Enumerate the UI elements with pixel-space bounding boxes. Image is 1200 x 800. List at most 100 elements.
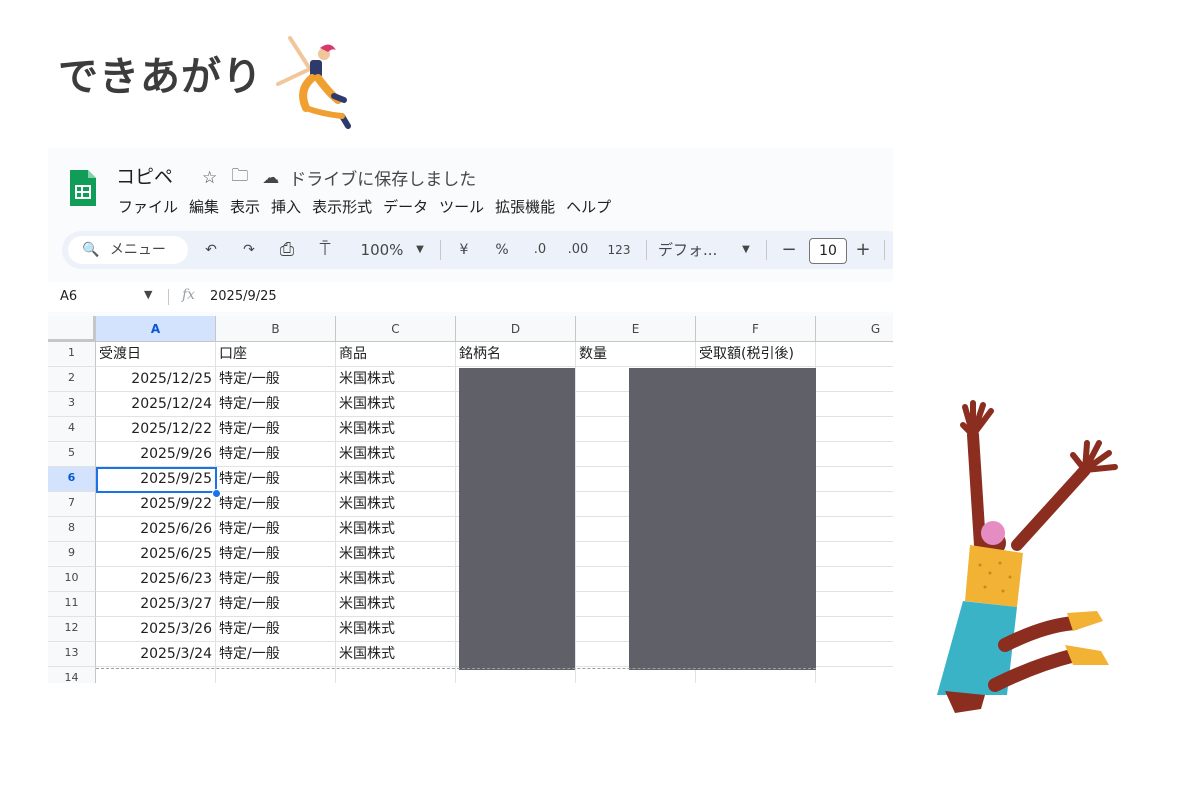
menu-extensions[interactable]: 拡張機能 [493, 196, 564, 217]
data-cell[interactable] [816, 567, 893, 592]
data-cell[interactable] [816, 517, 893, 542]
menu-view[interactable]: 表示 [228, 196, 269, 217]
paint-format-icon[interactable]: ⍑ [312, 231, 338, 269]
row-header[interactable]: 11 [48, 592, 96, 617]
row-header[interactable]: 13 [48, 642, 96, 667]
empty-cell[interactable] [96, 667, 216, 683]
date-cell[interactable]: 2025/3/24 [96, 642, 216, 667]
date-cell[interactable]: 2025/3/26 [96, 617, 216, 642]
menu-tools[interactable]: ツール [437, 196, 493, 217]
data-cell[interactable] [816, 442, 893, 467]
account-cell[interactable]: 特定/一般 [216, 567, 336, 592]
undo-icon[interactable]: ↶ [198, 231, 224, 269]
product-cell[interactable]: 米国株式 [336, 417, 456, 442]
row-header[interactable]: 3 [48, 392, 96, 417]
currency-format-button[interactable]: ¥ [452, 231, 476, 269]
data-cell[interactable] [816, 592, 893, 617]
row-header[interactable]: 6 [48, 467, 96, 492]
header-cell[interactable]: 商品 [336, 342, 456, 367]
increase-decimal-button[interactable]: .00 [562, 231, 594, 269]
row-header[interactable]: 10 [48, 567, 96, 592]
row-header[interactable]: 5 [48, 442, 96, 467]
formula-input[interactable]: 2025/9/25 [210, 289, 277, 304]
column-header-b[interactable]: B [216, 316, 336, 342]
row-header[interactable]: 9 [48, 542, 96, 567]
product-cell[interactable]: 米国株式 [336, 442, 456, 467]
data-cell[interactable] [816, 617, 893, 642]
date-cell[interactable]: 2025/9/25 [96, 467, 216, 492]
name-box-chevron-down-icon[interactable]: ▼ [144, 288, 152, 301]
row-header[interactable]: 2 [48, 367, 96, 392]
move-to-folder-icon[interactable]: 🗀 [231, 163, 248, 192]
header-cell[interactable]: 銘柄名 [456, 342, 576, 367]
product-cell[interactable]: 米国株式 [336, 617, 456, 642]
empty-cell[interactable] [216, 667, 336, 683]
menu-insert[interactable]: 挿入 [269, 196, 310, 217]
header-cell[interactable]: 受取額(税引後) [696, 342, 816, 367]
menu-file[interactable]: ファイル [116, 196, 187, 217]
data-cell[interactable] [816, 492, 893, 517]
menu-edit[interactable]: 編集 [187, 196, 228, 217]
product-cell[interactable]: 米国株式 [336, 467, 456, 492]
menu-search-button[interactable]: 🔍 メニュー [68, 236, 188, 264]
fill-handle[interactable] [212, 489, 221, 498]
account-cell[interactable]: 特定/一般 [216, 367, 336, 392]
row-header[interactable]: 12 [48, 617, 96, 642]
font-chevron-down-icon[interactable]: ▼ [738, 231, 754, 269]
font-size-input[interactable]: 10 [809, 238, 847, 264]
date-cell[interactable]: 2025/6/23 [96, 567, 216, 592]
account-cell[interactable]: 特定/一般 [216, 517, 336, 542]
zoom-chevron-down-icon[interactable]: ▼ [412, 231, 428, 269]
account-cell[interactable]: 特定/一般 [216, 442, 336, 467]
font-size-decrease-button[interactable]: − [778, 231, 800, 269]
account-cell[interactable]: 特定/一般 [216, 592, 336, 617]
menu-data[interactable]: データ [381, 196, 437, 217]
empty-cell[interactable] [816, 667, 893, 683]
cloud-saved-icon[interactable]: ☁ [262, 168, 279, 188]
font-size-increase-button[interactable]: + [852, 231, 874, 269]
date-cell[interactable]: 2025/9/26 [96, 442, 216, 467]
row-header[interactable]: 7 [48, 492, 96, 517]
column-header-g[interactable]: G [816, 316, 893, 342]
date-cell[interactable]: 2025/9/22 [96, 492, 216, 517]
empty-cell[interactable] [336, 667, 456, 683]
date-cell[interactable]: 2025/6/26 [96, 517, 216, 542]
product-cell[interactable]: 米国株式 [336, 642, 456, 667]
row-header[interactable]: 14 [48, 667, 96, 683]
redo-icon[interactable]: ↷ [236, 231, 262, 269]
column-header-d[interactable]: D [456, 316, 576, 342]
data-cell[interactable] [816, 367, 893, 392]
date-cell[interactable]: 2025/12/24 [96, 392, 216, 417]
percent-format-button[interactable]: % [490, 231, 514, 269]
star-icon[interactable]: ☆ [202, 168, 217, 188]
product-cell[interactable]: 米国株式 [336, 592, 456, 617]
column-header-f[interactable]: F [696, 316, 816, 342]
product-cell[interactable]: 米国株式 [336, 367, 456, 392]
date-cell[interactable]: 2025/3/27 [96, 592, 216, 617]
date-cell[interactable]: 2025/12/25 [96, 367, 216, 392]
menu-help[interactable]: ヘルプ [564, 196, 620, 217]
product-cell[interactable]: 米国株式 [336, 567, 456, 592]
account-cell[interactable]: 特定/一般 [216, 642, 336, 667]
account-cell[interactable]: 特定/一般 [216, 492, 336, 517]
date-cell[interactable]: 2025/12/22 [96, 417, 216, 442]
number-format-button[interactable]: 123 [604, 231, 634, 269]
zoom-select[interactable]: 100% [352, 231, 412, 269]
data-cell[interactable] [816, 542, 893, 567]
account-cell[interactable]: 特定/一般 [216, 617, 336, 642]
empty-cell[interactable] [816, 342, 893, 367]
account-cell[interactable]: 特定/一般 [216, 542, 336, 567]
font-family-select[interactable]: デフォ... [658, 231, 730, 269]
date-cell[interactable]: 2025/6/25 [96, 542, 216, 567]
menu-format[interactable]: 表示形式 [310, 196, 381, 217]
header-cell[interactable]: 受渡日 [96, 342, 216, 367]
row-header[interactable]: 1 [48, 342, 96, 367]
product-cell[interactable]: 米国株式 [336, 392, 456, 417]
account-cell[interactable]: 特定/一般 [216, 417, 336, 442]
data-cell[interactable] [816, 467, 893, 492]
product-cell[interactable]: 米国株式 [336, 542, 456, 567]
header-cell[interactable]: 口座 [216, 342, 336, 367]
account-cell[interactable]: 特定/一般 [216, 467, 336, 492]
row-header[interactable]: 4 [48, 417, 96, 442]
select-all-corner[interactable] [48, 316, 96, 342]
